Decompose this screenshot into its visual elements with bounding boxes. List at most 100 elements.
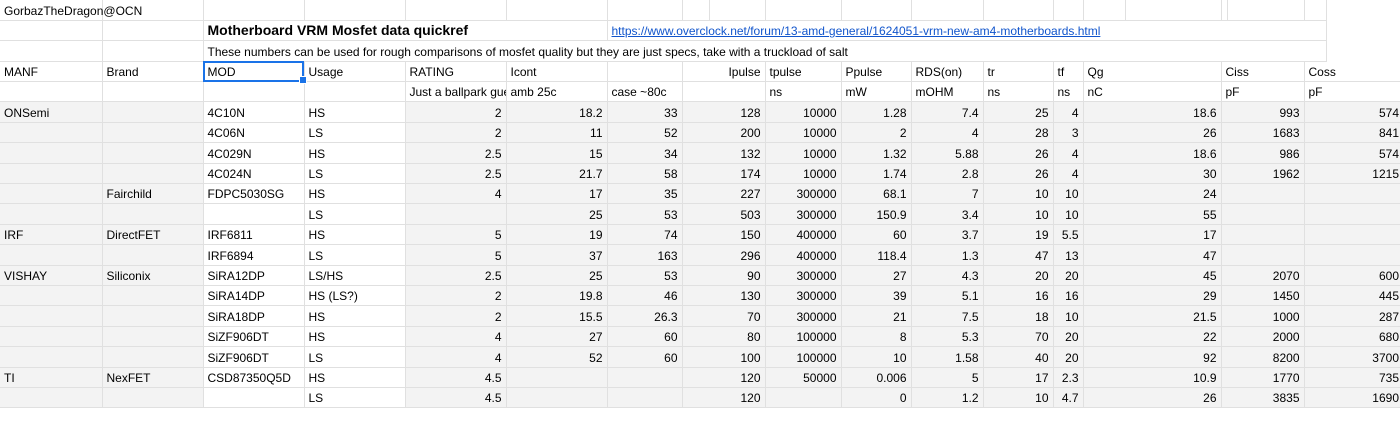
cell-coss[interactable] bbox=[1304, 224, 1400, 246]
cell-brand[interactable]: Fairchild bbox=[102, 183, 204, 205]
unit-cell[interactable]: mW bbox=[841, 81, 912, 103]
cell-ipulse[interactable]: 120 bbox=[682, 367, 766, 388]
unit-cell[interactable] bbox=[304, 81, 406, 103]
cell-tr[interactable]: 10 bbox=[983, 203, 1054, 225]
cell-ipulse[interactable]: 227 bbox=[682, 183, 766, 205]
column-header[interactable]: Usage bbox=[304, 61, 406, 83]
unit-cell[interactable] bbox=[682, 81, 766, 103]
cell-ciss[interactable]: 2000 bbox=[1221, 326, 1305, 348]
cell-icont-case[interactable]: 46 bbox=[607, 285, 683, 307]
column-header[interactable]: Brand bbox=[102, 61, 204, 83]
cell-ppulse[interactable]: 27 bbox=[841, 265, 912, 286]
cell-usage[interactable]: HS bbox=[304, 326, 406, 348]
unit-cell[interactable] bbox=[102, 81, 204, 103]
cell-tr[interactable]: 17 bbox=[983, 367, 1054, 388]
cell-ipulse[interactable]: 174 bbox=[682, 163, 766, 185]
cell-tr[interactable]: 18 bbox=[983, 305, 1054, 327]
cell-ppulse[interactable]: 1.74 bbox=[841, 163, 912, 185]
column-header[interactable] bbox=[607, 61, 683, 83]
cell-qg[interactable]: 29 bbox=[1083, 285, 1222, 307]
cell-ciss[interactable] bbox=[1221, 183, 1305, 205]
cell-rds[interactable]: 5.3 bbox=[911, 326, 984, 348]
cell-rating[interactable] bbox=[405, 203, 507, 225]
cell-manf[interactable] bbox=[0, 387, 103, 409]
cell-icont-amb[interactable]: 18.2 bbox=[506, 101, 608, 123]
cell-coss[interactable]: 841 bbox=[1304, 122, 1400, 144]
cell[interactable] bbox=[102, 40, 204, 62]
cell-usage[interactable]: LS bbox=[304, 346, 406, 368]
cell-icont-case[interactable]: 33 bbox=[607, 101, 683, 123]
cell-qg[interactable]: 18.6 bbox=[1083, 142, 1222, 164]
cell-manf[interactable] bbox=[0, 163, 103, 185]
cell-manf[interactable]: VISHAY bbox=[0, 265, 103, 286]
cell-note[interactable]: These numbers can be used for rough comp… bbox=[203, 40, 1327, 62]
cell-ciss[interactable] bbox=[1221, 244, 1305, 266]
cell[interactable] bbox=[709, 0, 766, 21]
unit-cell[interactable]: case ~80c bbox=[607, 81, 683, 103]
column-header[interactable]: Ciss bbox=[1221, 61, 1305, 83]
cell-tpulse[interactable]: 10000 bbox=[765, 163, 842, 185]
cell-brand[interactable]: NexFET bbox=[102, 367, 204, 388]
cell-tf[interactable]: 5.5 bbox=[1053, 224, 1084, 246]
cell-tf[interactable]: 3 bbox=[1053, 122, 1084, 144]
cell-usage[interactable]: LS bbox=[304, 163, 406, 185]
cell-tpulse[interactable]: 400000 bbox=[765, 244, 842, 266]
column-header[interactable]: Qg bbox=[1083, 61, 1222, 83]
cell-rds[interactable]: 5.88 bbox=[911, 142, 984, 164]
cell-rds[interactable]: 5.1 bbox=[911, 285, 984, 307]
cell-mod[interactable]: 4C10N bbox=[203, 101, 305, 123]
cell-tpulse[interactable]: 10000 bbox=[765, 122, 842, 144]
cell-tpulse[interactable]: 400000 bbox=[765, 224, 842, 246]
cell-ppulse[interactable]: 1.32 bbox=[841, 142, 912, 164]
cell-icont-case[interactable]: 60 bbox=[607, 346, 683, 368]
cell-manf[interactable] bbox=[0, 142, 103, 164]
unit-cell[interactable]: pF bbox=[1304, 81, 1400, 103]
cell-rating[interactable]: 5 bbox=[405, 224, 507, 246]
cell-brand[interactable] bbox=[102, 387, 204, 409]
column-header[interactable]: RDS(on) bbox=[911, 61, 984, 83]
cell-tf[interactable]: 10 bbox=[1053, 305, 1084, 327]
unit-cell[interactable] bbox=[203, 81, 305, 103]
cell-manf[interactable] bbox=[0, 285, 103, 307]
cell-icont-amb[interactable]: 52 bbox=[506, 346, 608, 368]
cell-rds[interactable]: 1.2 bbox=[911, 387, 984, 409]
cell-tr[interactable]: 16 bbox=[983, 285, 1054, 307]
cell-ipulse[interactable]: 503 bbox=[682, 203, 766, 225]
cell-qg[interactable]: 17 bbox=[1083, 224, 1222, 246]
cell-mod[interactable]: 4C029N bbox=[203, 142, 305, 164]
cell-tr[interactable]: 70 bbox=[983, 326, 1054, 348]
cell-rds[interactable]: 2.8 bbox=[911, 163, 984, 185]
cell-brand[interactable]: Siliconix bbox=[102, 265, 204, 286]
cell-qg[interactable]: 26 bbox=[1083, 122, 1222, 144]
cell-rating[interactable]: 2 bbox=[405, 122, 507, 144]
cell-usage[interactable]: HS bbox=[304, 142, 406, 164]
cell[interactable] bbox=[607, 0, 683, 21]
cell-rds[interactable]: 7 bbox=[911, 183, 984, 205]
cell-qg[interactable]: 24 bbox=[1083, 183, 1222, 205]
cell-ciss[interactable]: 8200 bbox=[1221, 346, 1305, 368]
cell-icont-case[interactable]: 53 bbox=[607, 265, 683, 286]
cell-manf[interactable] bbox=[0, 122, 103, 144]
cell-brand[interactable] bbox=[102, 244, 204, 266]
cell-tr[interactable]: 10 bbox=[983, 183, 1054, 205]
cell-tpulse[interactable]: 50000 bbox=[765, 367, 842, 388]
cell-usage[interactable]: HS bbox=[304, 224, 406, 246]
unit-cell[interactable]: pF bbox=[1221, 81, 1305, 103]
cell-ipulse[interactable]: 70 bbox=[682, 305, 766, 327]
cell-icont-amb[interactable]: 15 bbox=[506, 142, 608, 164]
cell-tf[interactable]: 16 bbox=[1053, 285, 1084, 307]
cell-mod[interactable]: 4C024N bbox=[203, 163, 305, 185]
cell-usage[interactable]: LS bbox=[304, 203, 406, 225]
cell-tf[interactable]: 4.7 bbox=[1053, 387, 1084, 409]
cell-mod[interactable]: SiZF906DT bbox=[203, 346, 305, 368]
cell-mod[interactable] bbox=[203, 387, 305, 409]
column-header-selected[interactable]: MOD bbox=[203, 61, 307, 85]
cell-icont-amb[interactable]: 19.8 bbox=[506, 285, 608, 307]
cell-title[interactable]: Motherboard VRM Mosfet data quickref bbox=[203, 20, 608, 42]
cell-tpulse[interactable] bbox=[765, 387, 842, 409]
cell-qg[interactable]: 10.9 bbox=[1083, 367, 1222, 388]
cell-qg[interactable]: 21.5 bbox=[1083, 305, 1222, 327]
cell-mod[interactable]: IRF6894 bbox=[203, 244, 305, 266]
cell-icont-amb[interactable] bbox=[506, 367, 608, 388]
cell-coss[interactable]: 3700 bbox=[1304, 346, 1400, 368]
